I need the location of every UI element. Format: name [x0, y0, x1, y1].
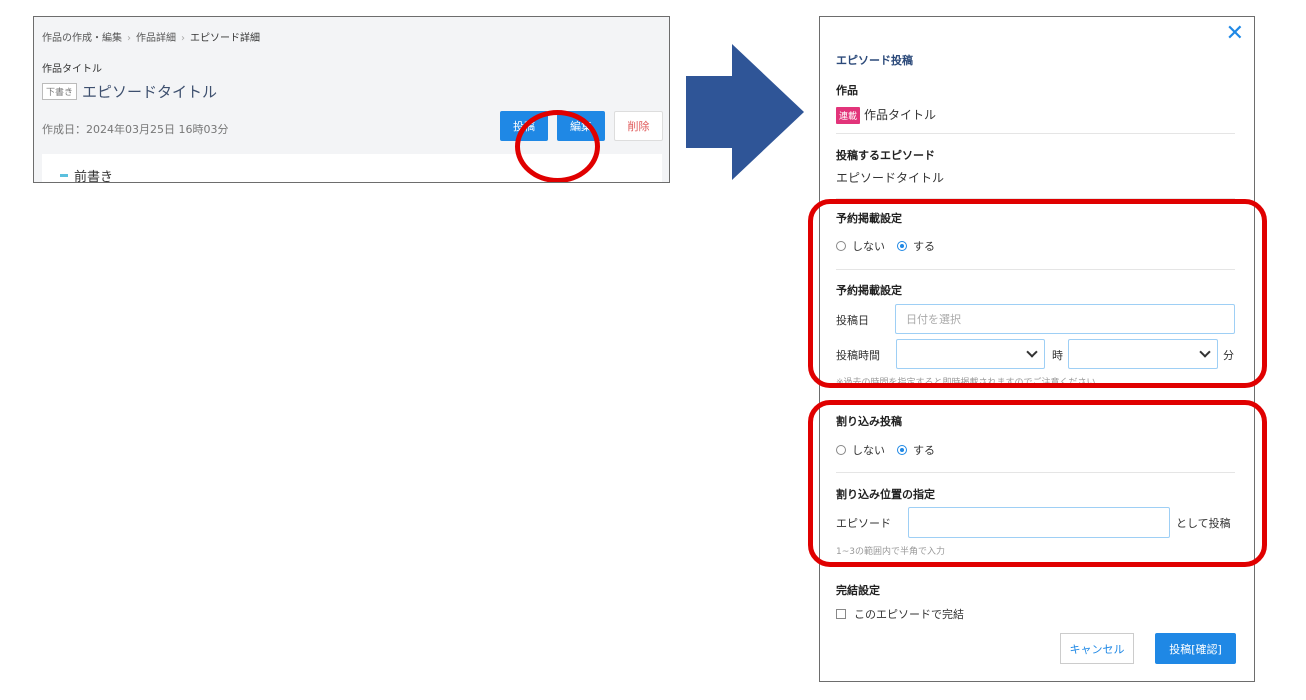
schedule-no-label: しない: [852, 240, 885, 253]
divider: [836, 198, 1235, 199]
hour-unit: 時: [1052, 349, 1063, 362]
breadcrumb-separator: ›: [181, 33, 185, 44]
post-button[interactable]: 投稿: [500, 111, 548, 141]
interrupt-suffix: として投稿: [1176, 517, 1231, 530]
breadcrumb-current: エピソード詳細: [190, 33, 260, 44]
modal-title: エピソード投稿: [836, 54, 913, 67]
interrupt-no-label: しない: [852, 444, 885, 457]
interrupt-episode-label: エピソード: [836, 517, 891, 530]
chevron-down-icon: [1026, 346, 1038, 358]
work-title: 作品タイトル: [864, 108, 937, 122]
interrupt-radio-group: しない する: [836, 442, 935, 458]
interrupt-episode-input[interactable]: [908, 507, 1170, 538]
breadcrumb-item[interactable]: 作品の作成・編集: [42, 33, 122, 44]
post-date-input[interactable]: 日付を選択: [895, 304, 1235, 334]
breadcrumb-separator: ›: [127, 33, 131, 44]
divider: [836, 133, 1235, 134]
cancel-button[interactable]: キャンセル: [1060, 633, 1134, 664]
interrupt-position-label: 割り込み位置の指定: [836, 488, 935, 501]
interrupt-note: 1~3の範囲内で半角で入力: [836, 547, 945, 557]
episode-title: エピソードタイトル: [836, 171, 945, 185]
post-episode-modal: ✕ エピソード投稿 作品 連載 作品タイトル 投稿するエピソード エピソードタイト…: [819, 16, 1255, 682]
minute-unit: 分: [1223, 349, 1234, 362]
schedule-note: ※過去の時間を指定すると即時掲載されますのでご注意ください: [836, 378, 1096, 388]
work-row: 連載 作品タイトル: [836, 106, 936, 124]
complete-checkbox-row: このエピソードで完結: [836, 606, 964, 622]
breadcrumb: 作品の作成・編集 › 作品詳細 › エピソード詳細: [42, 29, 260, 44]
complete-checkbox-label: このエピソードで完結: [854, 608, 964, 621]
work-title: 作品タイトル: [42, 64, 102, 75]
delete-button[interactable]: 削除: [614, 111, 663, 141]
post-date-label: 投稿日: [836, 314, 869, 327]
confirm-post-button[interactable]: 投稿[確認]: [1155, 633, 1236, 664]
preface-label: 前書き: [74, 170, 114, 183]
schedule-yes-label: する: [913, 240, 935, 253]
draft-badge: 下書き: [42, 83, 78, 100]
interrupt-yes-radio[interactable]: [897, 445, 907, 455]
interrupt-label: 割り込み投稿: [836, 415, 902, 428]
preface-heading[interactable]: 前書き: [60, 166, 114, 183]
episode-detail-panel: 作品の作成・編集 › 作品詳細 › エピソード詳細 作品タイトル 下書き エピソードタイ…: [33, 16, 670, 183]
hour-select[interactable]: [896, 339, 1045, 369]
divider: [836, 269, 1235, 270]
schedule-no-radio[interactable]: [836, 241, 846, 251]
content-area: 前書き: [42, 154, 662, 183]
minus-icon: [60, 174, 68, 177]
schedule-yes-radio[interactable]: [897, 241, 907, 251]
post-time-label: 投稿時間: [836, 349, 880, 362]
schedule-radio-group: しない する: [836, 238, 935, 254]
edit-button[interactable]: 編集: [557, 111, 605, 141]
interrupt-no-radio[interactable]: [836, 445, 846, 455]
complete-label: 完結設定: [836, 584, 880, 597]
episode-title: エピソードタイトル: [82, 83, 218, 101]
right-arrow-icon: [686, 44, 804, 180]
chevron-down-icon: [1199, 346, 1211, 358]
divider: [836, 472, 1235, 473]
created-date: 作成日：2024年03月25日 16時03分: [42, 123, 229, 136]
schedule-settings-label: 予約掲載設定: [836, 284, 902, 297]
breadcrumb-item[interactable]: 作品詳細: [136, 33, 176, 44]
minute-select[interactable]: [1068, 339, 1218, 369]
complete-checkbox[interactable]: [836, 609, 846, 619]
interrupt-yes-label: する: [913, 444, 935, 457]
schedule-label: 予約掲載設定: [836, 212, 902, 225]
close-icon[interactable]: ✕: [1226, 21, 1244, 46]
episode-title-row: 下書き エピソードタイトル: [42, 81, 217, 102]
serial-badge: 連載: [836, 107, 861, 124]
work-label: 作品: [836, 84, 858, 97]
episode-label: 投稿するエピソード: [836, 149, 935, 162]
